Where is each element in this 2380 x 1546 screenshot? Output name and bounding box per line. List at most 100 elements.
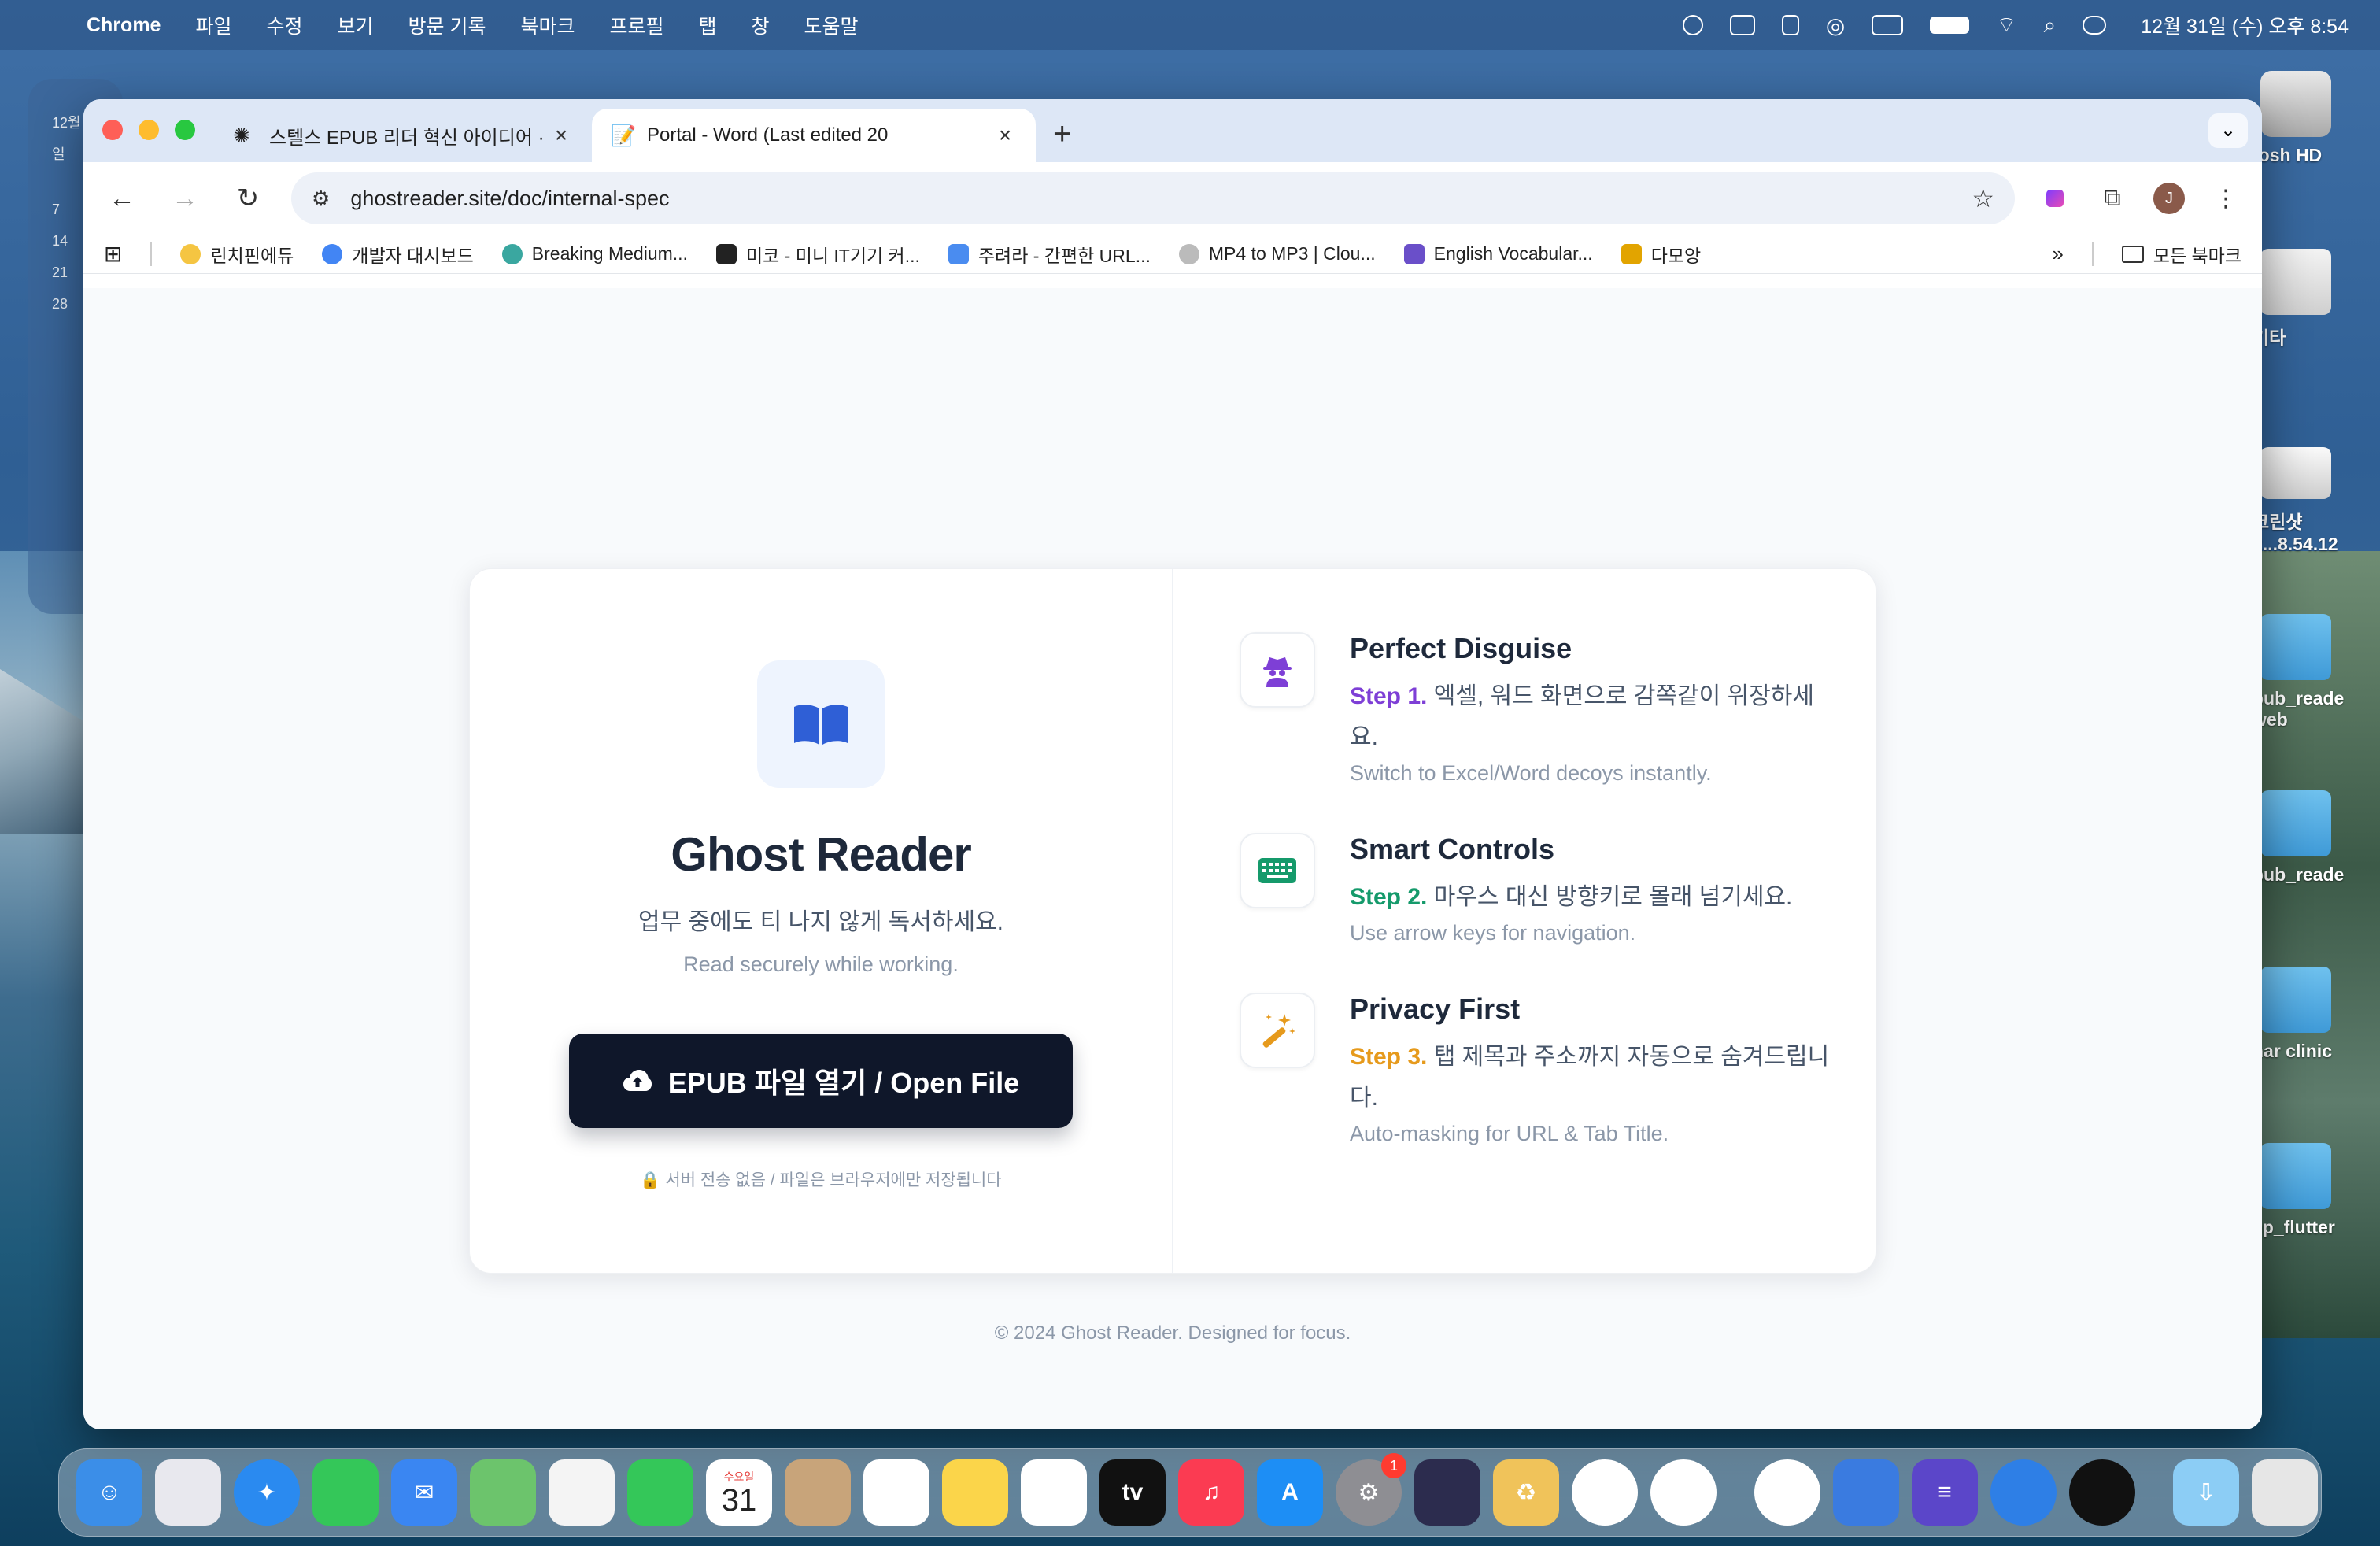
apps-grid-icon[interactable]: ⊞ bbox=[104, 241, 122, 267]
launchpad-icon[interactable] bbox=[155, 1459, 221, 1526]
feature-body: Privacy First Step 3. 탭 제목과 주소까지 자동으로 숨겨… bbox=[1350, 993, 1830, 1146]
desktop-icon-hard-drive[interactable]: tosh HD bbox=[2252, 71, 2378, 166]
profile-avatar[interactable]: J bbox=[2153, 183, 2185, 214]
bookmark-item[interactable]: 린치핀에듀 bbox=[180, 241, 294, 268]
desktop-folder-flutter[interactable]: ep_flutter bbox=[2252, 1143, 2378, 1238]
spotify-icon[interactable] bbox=[2069, 1459, 2135, 1526]
bookmark-star-icon[interactable]: ☆ bbox=[1972, 183, 1994, 213]
menu-window[interactable]: 창 bbox=[752, 11, 770, 39]
close-window-button[interactable] bbox=[102, 120, 123, 140]
messages-icon[interactable] bbox=[312, 1459, 379, 1526]
maximize-window-button[interactable] bbox=[175, 120, 195, 140]
app-store-icon[interactable]: A bbox=[1257, 1459, 1323, 1526]
airdrop-icon[interactable]: ◎ bbox=[1826, 13, 1845, 39]
bookmark-item[interactable]: MP4 to MP3 | Clou... bbox=[1178, 243, 1376, 264]
menu-edit[interactable]: 수정 bbox=[266, 11, 302, 39]
site-info-icon[interactable]: ⚙ bbox=[312, 187, 330, 211]
facetime-icon[interactable] bbox=[627, 1459, 693, 1526]
freeform-icon[interactable] bbox=[1021, 1459, 1087, 1526]
bookmarks-overflow-button[interactable]: » bbox=[2052, 242, 2063, 266]
contacts-icon[interactable] bbox=[785, 1459, 851, 1526]
address-bar[interactable]: ⚙ ghostreader.site/doc/internal-spec ☆ bbox=[291, 172, 2015, 224]
trash-icon[interactable] bbox=[2252, 1459, 2318, 1526]
desktop-folder-clinic[interactable]: nar clinic bbox=[2252, 967, 2378, 1062]
tab-search-chevron-icon[interactable]: ⌄ bbox=[2208, 113, 2248, 148]
bookmark-label: 개발자 대시보드 bbox=[352, 245, 474, 266]
back-button[interactable]: ← bbox=[102, 183, 142, 214]
finder-icon[interactable]: ☺ bbox=[76, 1459, 142, 1526]
menu-file[interactable]: 파일 bbox=[195, 11, 231, 39]
minimize-window-button[interactable] bbox=[139, 120, 159, 140]
url-text[interactable]: ghostreader.site/doc/internal-spec bbox=[350, 187, 1972, 211]
youtube-music-icon[interactable] bbox=[1650, 1459, 1717, 1526]
tagline-korean: 업무 중에도 티 나지 않게 독서하세요. bbox=[638, 909, 1003, 935]
control-center-icon[interactable] bbox=[2082, 16, 2107, 35]
desktop-icon-other[interactable]: 기타 bbox=[2252, 249, 2378, 350]
extensions-puzzle-icon[interactable]: ⧉ bbox=[2095, 185, 2130, 212]
text-app-icon[interactable]: ≡ bbox=[1912, 1459, 1978, 1526]
all-bookmarks-button[interactable]: 모든 북마크 bbox=[2121, 241, 2241, 268]
desktop-icon-screenshot[interactable]: 크린샷 2...8.54.12 bbox=[2252, 441, 2378, 555]
open-epub-button[interactable]: EPUB 파일 열기 / Open File bbox=[569, 1034, 1073, 1128]
apple-tv-icon[interactable]: tv bbox=[1099, 1459, 1166, 1526]
close-tab-icon[interactable]: × bbox=[549, 123, 573, 148]
calendar-icon[interactable]: 수요일 31 bbox=[706, 1459, 772, 1526]
bookmark-item[interactable]: Breaking Medium... bbox=[501, 243, 688, 264]
bookmark-item[interactable]: 다모앙 bbox=[1621, 241, 1701, 268]
close-tab-icon[interactable]: × bbox=[993, 123, 1017, 148]
macos-menu-bar: Chrome 파일 수정 보기 방문 기록 북마크 프로필 탭 창 도움말 ◎ … bbox=[0, 0, 2380, 50]
tab-portal-word[interactable]: 📝 Portal - Word (Last edited 20 × bbox=[592, 109, 1036, 162]
photos-icon[interactable] bbox=[549, 1459, 615, 1526]
all-bookmarks-label: 모든 북마크 bbox=[2153, 245, 2241, 266]
screen-recorder-icon[interactable] bbox=[1414, 1459, 1480, 1526]
notification-badge: 1 bbox=[1381, 1453, 1406, 1478]
feature-body: Smart Controls Step 2. 마우스 대신 방향키로 몰래 넘기… bbox=[1350, 833, 1830, 945]
menu-history[interactable]: 방문 기록 bbox=[408, 11, 486, 39]
bookmark-item[interactable]: 주려라 - 간편한 URL... bbox=[948, 241, 1151, 268]
bookmark-label: 린치핀에듀 bbox=[210, 245, 294, 266]
tab-chatgpt[interactable]: ✺ 스텔스 EPUB 리더 혁신 아이디어 · × bbox=[214, 109, 592, 162]
reminders-icon[interactable] bbox=[863, 1459, 929, 1526]
desktop-icon-label: nar clinic bbox=[2252, 1041, 2332, 1061]
recycle-app-icon[interactable]: ♻ bbox=[1493, 1459, 1559, 1526]
desktop-folder-epub-reader-web[interactable]: pub_reade web bbox=[2252, 614, 2378, 730]
remote-desktop-icon[interactable] bbox=[1990, 1459, 2057, 1526]
feature-step-text: Step 3. 탭 제목과 주소까지 자동으로 숨겨드립니다. bbox=[1350, 1037, 1830, 1119]
bookmark-item[interactable]: 미코 - 미니 IT기기 커... bbox=[715, 241, 920, 268]
app-status-icon[interactable] bbox=[1729, 15, 1755, 35]
music-icon[interactable]: ♫ bbox=[1178, 1459, 1244, 1526]
input-source-icon[interactable] bbox=[1872, 15, 1904, 35]
new-tab-button[interactable]: + bbox=[1053, 117, 1071, 152]
system-settings-icon[interactable]: ⚙ 1 bbox=[1336, 1453, 1406, 1526]
forward-button[interactable]: → bbox=[165, 183, 205, 214]
menu-bar-clock[interactable]: 12월 31일 (수) 오후 8:54 bbox=[2141, 11, 2349, 39]
wifi-icon[interactable]: ⌔ bbox=[1996, 12, 2016, 39]
more-menu-icon[interactable]: ⋮ bbox=[2208, 185, 2243, 213]
downloads-folder-icon[interactable]: ⇩ bbox=[2173, 1459, 2239, 1526]
mail-icon[interactable]: ✉ bbox=[391, 1459, 457, 1526]
menu-profiles[interactable]: 프로필 bbox=[609, 11, 663, 39]
battery-icon[interactable] bbox=[1930, 17, 1970, 34]
folder-icon bbox=[2121, 245, 2144, 263]
extension-icon[interactable] bbox=[2046, 190, 2064, 207]
badge-icon[interactable] bbox=[1781, 15, 1799, 35]
chrome-icon[interactable] bbox=[1754, 1459, 1820, 1526]
notes-icon[interactable] bbox=[942, 1459, 1008, 1526]
bookmark-item[interactable]: English Vocabular... bbox=[1403, 243, 1593, 264]
maps-icon[interactable] bbox=[470, 1459, 536, 1526]
menu-app-name[interactable]: Chrome bbox=[87, 14, 161, 37]
desktop-folder-epub-reader[interactable]: pub_reade r bbox=[2252, 790, 2378, 907]
menu-view[interactable]: 보기 bbox=[338, 11, 374, 39]
spotlight-search-icon[interactable]: ⌕ bbox=[2044, 13, 2057, 39]
bookmark-label: MP4 to MP3 | Clou... bbox=[1208, 243, 1376, 264]
bookmark-item[interactable]: 개발자 대시보드 bbox=[322, 241, 474, 268]
menu-help[interactable]: 도움말 bbox=[804, 11, 859, 39]
menu-tab[interactable]: 탭 bbox=[699, 11, 717, 39]
bookmarks-bar: ⊞ 린치핀에듀 개발자 대시보드 Breaking Medium... 미코 -… bbox=[83, 235, 2262, 274]
chrome-icon[interactable] bbox=[1572, 1459, 1638, 1526]
menu-bookmarks[interactable]: 북마크 bbox=[520, 11, 575, 39]
screen-record-icon[interactable] bbox=[1682, 15, 1703, 35]
reload-button[interactable]: ↻ bbox=[228, 183, 268, 214]
stats-app-icon[interactable] bbox=[1833, 1459, 1899, 1526]
safari-icon[interactable]: ✦ bbox=[234, 1459, 300, 1526]
